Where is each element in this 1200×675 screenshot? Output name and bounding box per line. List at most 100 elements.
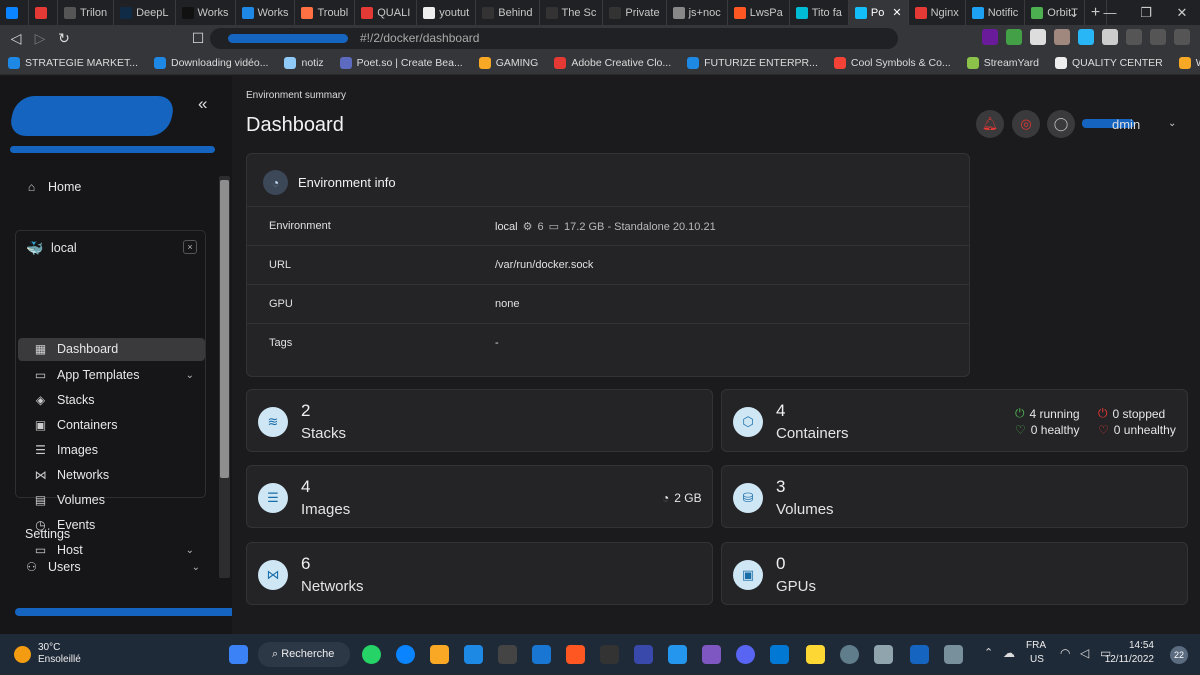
bookmark-item[interactable]: Cool Symbols & Co... [826, 57, 959, 69]
help-button[interactable]: ◎ [1012, 110, 1040, 138]
browser-tab[interactable]: Works [236, 0, 296, 25]
notifications-button[interactable]: 🔔︎ [976, 110, 1004, 138]
scrollbar-thumb[interactable] [220, 180, 229, 478]
bookmark-item[interactable]: Poet.so | Create Bea... [332, 57, 471, 69]
calculator-icon[interactable] [944, 645, 963, 664]
forward-button[interactable]: ▷ [28, 30, 52, 47]
user-avatar-button[interactable]: ◯ [1047, 110, 1075, 138]
images-card[interactable]: ☰ 4 Images ◔ 2 GB [246, 465, 713, 528]
weather-widget[interactable]: 30°C Ensoleillé [14, 642, 81, 666]
containers-card[interactable]: ⬡ 4 Containers ⏻ 4 running ⏻ 0 stopped ♡ 0 … [721, 389, 1188, 452]
browser-tab[interactable]: Tito fa [790, 0, 849, 25]
mail-icon[interactable] [464, 645, 483, 664]
sidebar-item-containers[interactable]: ▣ Containers [34, 418, 204, 432]
extensions-puzzle-icon[interactable] [1102, 29, 1118, 45]
networks-card[interactable]: ⋈ 6 Networks [246, 542, 713, 605]
reload-button[interactable]: ↻ [52, 30, 76, 47]
extension-icon[interactable] [1006, 29, 1022, 45]
extension-icon[interactable] [982, 29, 998, 45]
edge-icon[interactable] [396, 645, 415, 664]
collapse-sidebar-button[interactable]: « [198, 94, 207, 114]
bookmark-item[interactable]: GAMING [471, 57, 547, 69]
extension-icon[interactable] [1054, 29, 1070, 45]
browser-tab[interactable]: Nginx [909, 0, 966, 25]
cloud-icon[interactable]: ☁ [1003, 646, 1015, 660]
sidebar-item-app-templates[interactable]: ▭ App Templates ⌄ [34, 368, 204, 382]
bookmark-item[interactable]: notiz [276, 57, 331, 69]
outlook-icon[interactable] [770, 645, 789, 664]
tab-search-icon[interactable]: ⌄ [1056, 5, 1092, 21]
stacks-card[interactable]: ≋ 2 Stacks [246, 389, 713, 452]
discord-icon[interactable] [736, 645, 755, 664]
browser-tab[interactable]: Works [176, 0, 236, 25]
extension-icon[interactable] [1030, 29, 1046, 45]
start-button[interactable] [229, 645, 248, 664]
sidebar-item-home[interactable]: ⌂ Home [25, 180, 81, 194]
bookmark-item[interactable]: Downloading vidéo... [146, 57, 276, 69]
volumes-card[interactable]: ⛁ 3 Volumes [721, 465, 1188, 528]
obsidian-icon[interactable] [702, 645, 721, 664]
sidebar-item-networks[interactable]: ⋈ Networks [34, 468, 204, 482]
close-window-button[interactable]: ✕ [1164, 5, 1200, 21]
browser-tab[interactable]: Troubl [295, 0, 356, 25]
extension-icon[interactable] [1078, 29, 1094, 45]
browser-tab[interactable]: LwsPa [728, 0, 790, 25]
browser-tab[interactable]: QUALI [355, 0, 418, 25]
sidebar-toggle-icon[interactable] [1126, 29, 1142, 45]
notification-center-button[interactable]: 22 [1170, 646, 1188, 664]
sidebar-item-images[interactable]: ☰ Images [34, 443, 204, 457]
app-icon[interactable] [600, 645, 619, 664]
browser-tab[interactable] [0, 0, 29, 25]
settings-icon[interactable] [840, 645, 859, 664]
back-button[interactable]: ◁ [4, 30, 28, 47]
wallet-icon[interactable] [1150, 29, 1166, 45]
file-explorer-icon[interactable] [430, 645, 449, 664]
language-indicator[interactable]: FRA US [1026, 639, 1046, 667]
chevron-down-icon[interactable]: ⌄ [1168, 118, 1176, 129]
minimize-button[interactable]: — [1092, 5, 1128, 20]
clock[interactable]: 14:54 12/11/2022 [1105, 639, 1154, 667]
word-icon[interactable] [910, 645, 929, 664]
browser-tab[interactable]: youtut [417, 0, 477, 25]
bookmark-item[interactable]: WORK [1171, 57, 1200, 69]
notepad-icon[interactable] [874, 645, 893, 664]
brave-icon[interactable] [566, 645, 585, 664]
bookmark-item[interactable]: StreamYard [959, 57, 1047, 69]
bookmark-item[interactable]: STRATEGIE MARKET... [0, 57, 146, 69]
browser-tab[interactable]: DeepL [114, 0, 176, 25]
sidebar-item-volumes[interactable]: ▤ Volumes [34, 493, 204, 507]
bookmark-icon[interactable]: ☐ [186, 30, 210, 47]
app-icon[interactable] [634, 645, 653, 664]
tray-chevron-icon[interactable]: ⌃ [984, 646, 993, 659]
browser-tab[interactable] [29, 0, 58, 25]
gpus-card[interactable]: ▣ 0 GPUs [721, 542, 1188, 605]
browser-tab[interactable]: Notific [966, 0, 1026, 25]
browser-tab[interactable]: Po ✕ [848, 0, 909, 25]
taskbar-search[interactable]: ⌕ Recherche [258, 642, 350, 667]
docker-desktop-icon[interactable] [668, 645, 687, 664]
menu-icon[interactable] [1174, 29, 1190, 45]
sidebar-scrollbar[interactable] [219, 176, 230, 578]
volume-icon[interactable]: ◁ [1080, 646, 1089, 660]
browser-tab[interactable]: The Sc [540, 0, 604, 25]
sidebar-item-dashboard[interactable]: ▦ Dashboard [18, 338, 205, 361]
bookmark-item[interactable]: QUALITY CENTER [1047, 57, 1171, 69]
browser-tab[interactable]: Trilon [58, 0, 115, 25]
vscode-icon[interactable] [532, 645, 551, 664]
sticky-notes-icon[interactable] [806, 645, 825, 664]
close-tab-icon[interactable]: ✕ [892, 6, 901, 19]
browser-tab[interactable]: Behind [476, 0, 540, 25]
sidebar-item-users[interactable]: ⚇ Users ⌄ [25, 560, 200, 574]
sidebar-item-stacks[interactable]: ◈ Stacks [34, 393, 204, 407]
wifi-icon[interactable]: ◠ [1060, 646, 1070, 660]
browser-tab[interactable]: js+noc [667, 0, 728, 25]
whatsapp-icon[interactable] [362, 645, 381, 664]
terminal-icon[interactable] [498, 645, 517, 664]
close-environment-button[interactable]: × [183, 240, 197, 254]
maximize-button[interactable]: ❐ [1128, 5, 1164, 21]
browser-tab[interactable]: Private [603, 0, 667, 25]
bookmark-item[interactable]: Adobe Creative Clo... [546, 57, 679, 69]
url-bar[interactable]: #!/2/docker/dashboard [210, 28, 898, 49]
sidebar-item-host[interactable]: ▭ Host ⌄ [34, 543, 204, 557]
bookmark-item[interactable]: FUTURIZE ENTERPR... [679, 57, 826, 69]
